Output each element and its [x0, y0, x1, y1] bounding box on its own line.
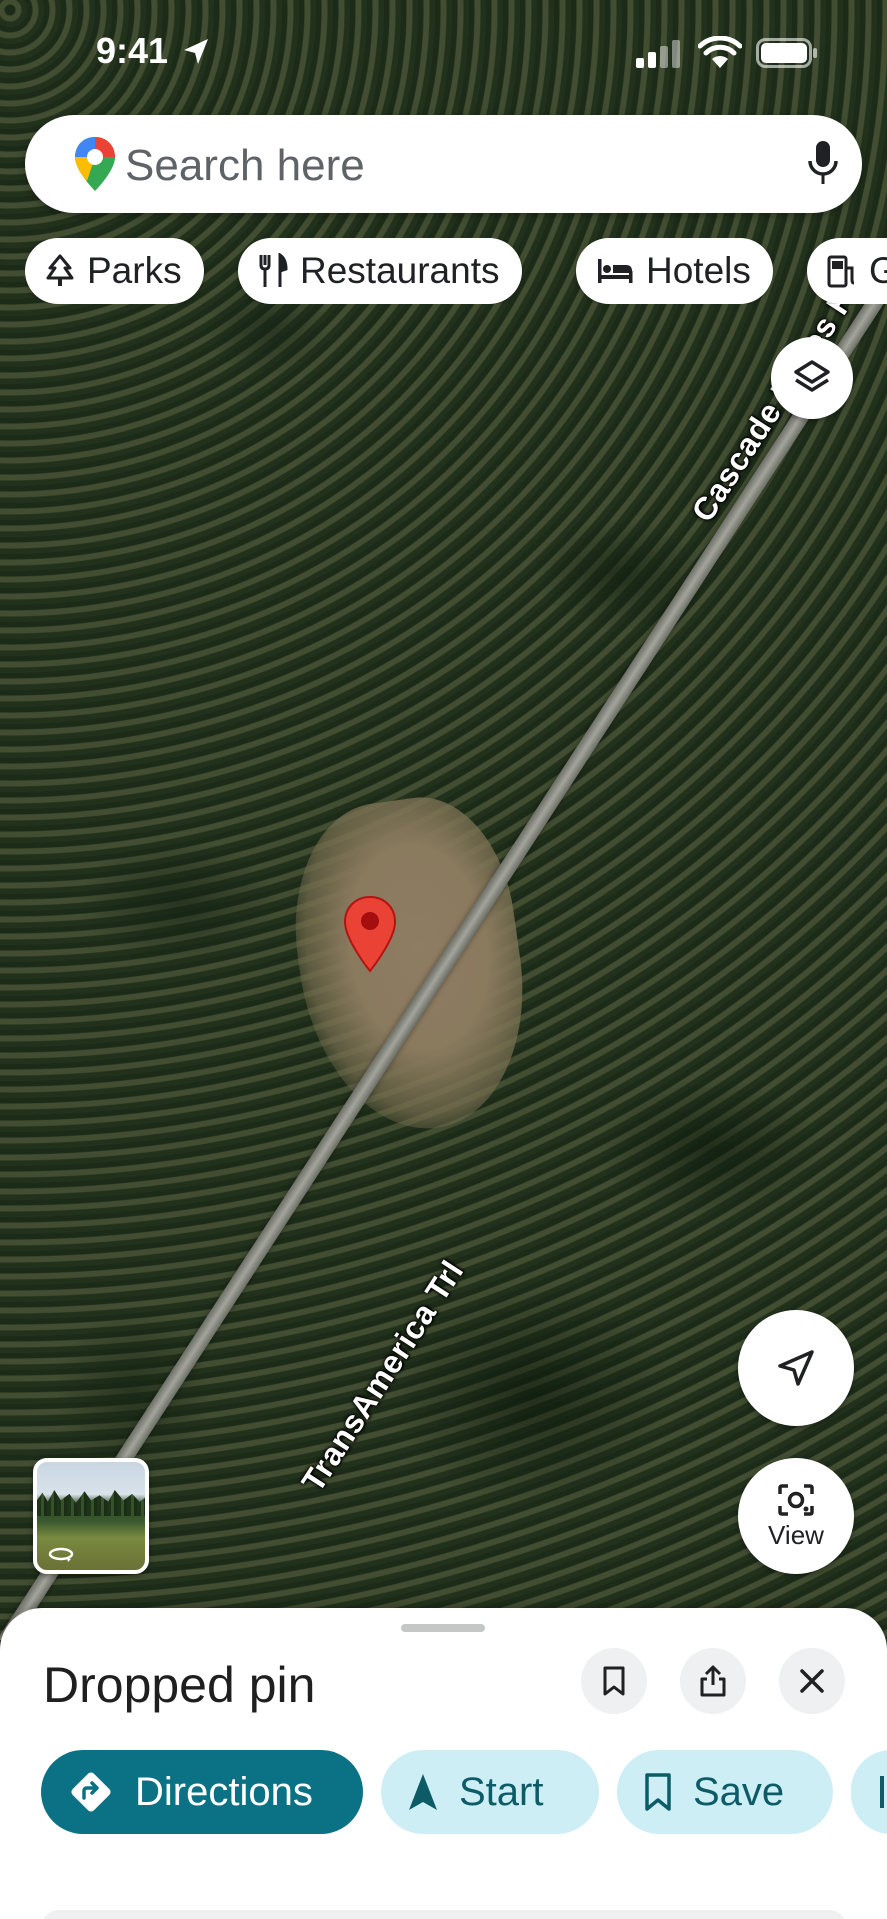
- sheet-next-card-edge: [41, 1910, 847, 1919]
- start-navigation-button[interactable]: Start: [381, 1750, 599, 1834]
- chip-hotels[interactable]: Hotels: [576, 238, 773, 304]
- map-clearing: [278, 786, 542, 1144]
- chip-gas[interactable]: G: [807, 238, 887, 304]
- chip-label: Parks: [87, 250, 182, 291]
- place-title: Dropped pin: [43, 1657, 316, 1713]
- search-input[interactable]: Search here: [125, 141, 365, 191]
- fork-knife-icon: [259, 253, 288, 287]
- start-label: Start: [459, 1769, 544, 1814]
- overflow-action-icon: [880, 1776, 884, 1808]
- wifi-icon: [698, 36, 742, 68]
- battery-icon: [756, 38, 817, 68]
- chip-restaurants[interactable]: Restaurants: [238, 238, 522, 304]
- camera-lens-icon: [778, 1483, 814, 1516]
- street-view-trees: [37, 1490, 145, 1516]
- navigation-arrow-icon: [778, 1350, 814, 1386]
- chip-parks[interactable]: Parks: [25, 238, 204, 304]
- place-bottom-sheet[interactable]: Dropped pin Directions Start Save: [0, 1608, 887, 1919]
- my-location-button[interactable]: [738, 1310, 854, 1426]
- category-chips: Parks Restaurants Hotels G: [25, 238, 887, 304]
- more-actions-button[interactable]: [851, 1750, 887, 1834]
- bed-icon: [598, 259, 633, 283]
- save-place-button[interactable]: Save: [617, 1750, 833, 1834]
- tree-icon: [46, 254, 74, 286]
- save-label: Save: [693, 1769, 785, 1814]
- lens-view-label: View: [768, 1519, 824, 1550]
- location-services-icon: [184, 39, 208, 64]
- directions-button[interactable]: Directions: [41, 1750, 363, 1834]
- layers-button[interactable]: [771, 337, 853, 419]
- share-icon: [700, 1665, 726, 1697]
- microphone-icon[interactable]: [807, 139, 839, 189]
- search-bar[interactable]: Search here: [25, 115, 862, 213]
- close-icon: [800, 1669, 824, 1693]
- share-button[interactable]: [680, 1648, 746, 1714]
- bookmark-icon: [603, 1666, 625, 1696]
- gas-station-icon: [827, 255, 855, 288]
- status-time: 9:41: [96, 30, 169, 71]
- cell-signal-icon: [636, 40, 680, 68]
- close-button[interactable]: [779, 1648, 845, 1714]
- road-label-transamerica: TransAmerica Trl: [294, 1253, 471, 1499]
- directions-icon: [71, 1772, 111, 1812]
- navigation-arrow-icon: [409, 1774, 437, 1810]
- bookmark-button[interactable]: [581, 1648, 647, 1714]
- dropped-pin-icon[interactable]: [342, 895, 398, 975]
- status-bar: 9:41: [0, 0, 887, 110]
- chip-label: Hotels: [646, 250, 751, 291]
- google-maps-logo-icon: [75, 137, 115, 191]
- chip-label: G: [869, 250, 887, 291]
- directions-label: Directions: [135, 1769, 313, 1814]
- chip-label: Restaurants: [300, 250, 500, 291]
- map-road: [0, 280, 887, 1640]
- layers-icon: [794, 360, 830, 392]
- sheet-drag-handle[interactable]: [401, 1624, 485, 1632]
- lens-view-button[interactable]: View: [738, 1458, 854, 1574]
- street-view-360-icon: [48, 1547, 74, 1562]
- street-view-thumbnail[interactable]: [33, 1458, 149, 1574]
- bookmark-icon: [645, 1773, 671, 1811]
